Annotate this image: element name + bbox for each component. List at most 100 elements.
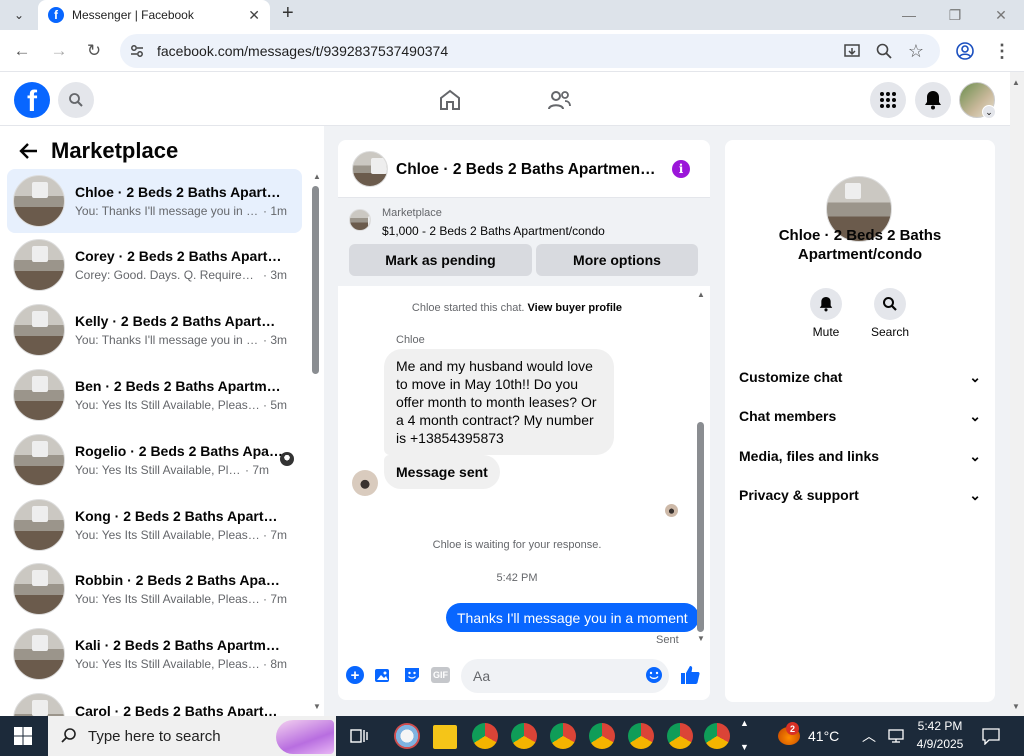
task-view-icon[interactable] (350, 727, 368, 745)
taskbar-chrome-icon[interactable] (472, 723, 498, 749)
customize-chat-section[interactable]: Customize chat ⌄ (739, 369, 981, 386)
zoom-icon[interactable] (874, 41, 894, 61)
minimize-icon[interactable]: — (886, 0, 932, 30)
tray-chevron-up-icon[interactable]: ︿ (862, 726, 876, 746)
mute-bell-icon[interactable] (810, 288, 842, 320)
facebook-header (0, 72, 1010, 126)
windows-start-icon[interactable] (14, 727, 32, 745)
tab-close-icon[interactable]: ✕ (248, 7, 260, 24)
taskbar-chrome-icon[interactable] (550, 723, 576, 749)
taskbar-sticky-notes-icon[interactable] (433, 725, 457, 749)
back-icon[interactable]: ← (11, 40, 33, 62)
search-chat-icon[interactable] (874, 288, 906, 320)
account-chevron-icon[interactable]: ⌄ (982, 105, 996, 119)
clock-time[interactable]: 5:42 PM (912, 719, 968, 733)
taskbar-chrome-icon[interactable] (667, 723, 693, 749)
mute-label[interactable]: Mute (800, 325, 852, 339)
plus-icon[interactable]: + (346, 666, 364, 684)
menu-grid-icon[interactable] (870, 82, 906, 118)
page-scroll-down-icon[interactable]: ▼ (1012, 702, 1020, 711)
network-icon[interactable] (887, 729, 905, 743)
url-text[interactable]: facebook.com/messages/t/9392837537490374 (157, 43, 448, 59)
gif-icon[interactable]: GIF (431, 667, 450, 683)
chat-scroll-down-icon[interactable]: ▼ (697, 634, 705, 643)
view-buyer-profile-link[interactable]: View buyer profile (528, 302, 623, 314)
conversation-item[interactable]: Robbin · 2 Beds 2 Baths Apartm... You: Y… (7, 557, 302, 621)
tab-search-chevron-icon[interactable]: ⌄ (8, 4, 30, 26)
profile-icon[interactable] (955, 41, 975, 61)
incoming-message[interactable]: Message sent (384, 455, 500, 489)
friends-icon[interactable] (546, 88, 572, 112)
forward-icon[interactable]: → (48, 40, 70, 62)
taskbar-chrome-icon[interactable] (704, 723, 730, 749)
info-icon[interactable]: i (672, 160, 690, 178)
more-options-button[interactable]: More options (536, 244, 698, 276)
conversation-item[interactable]: Rogelio · 2 Beds 2 Baths Apar... You: Ye… (7, 428, 302, 492)
sender-avatar[interactable] (352, 470, 378, 496)
conversation-name: Chloe · 2 Beds 2 Baths Apartme... (75, 184, 285, 200)
outgoing-message[interactable]: Thanks I'll message you in a moment (446, 603, 699, 632)
install-app-icon[interactable] (842, 41, 862, 61)
home-icon[interactable] (438, 88, 462, 112)
mark-as-pending-button[interactable]: Mark as pending (349, 244, 532, 276)
taskbar-chrome-icon[interactable] (628, 723, 654, 749)
section-label: Media, files and links (739, 448, 880, 464)
like-thumb-icon[interactable] (680, 665, 700, 685)
listing-title[interactable]: $1,000 - 2 Beds 2 Baths Apartment/condo (382, 224, 605, 238)
facebook-favicon-icon: f (48, 7, 64, 23)
taskbar-scroll-down-icon[interactable]: ▼ (740, 742, 749, 752)
photo-icon[interactable] (374, 666, 392, 684)
restore-icon[interactable]: ❐ (932, 0, 978, 30)
back-arrow-icon[interactable] (18, 140, 40, 162)
notification-center-icon[interactable] (982, 727, 1000, 745)
new-tab-icon[interactable]: + (282, 2, 294, 25)
search-highlight-unicorn-icon[interactable] (276, 720, 334, 754)
conversation-item[interactable]: Chloe · 2 Beds 2 Baths Apartme... You: T… (7, 169, 302, 233)
browser-menu-icon[interactable]: ⋮ (992, 41, 1012, 61)
conversation-item[interactable]: Corey · 2 Beds 2 Baths Apartme... Corey:… (7, 233, 302, 297)
chat-members-section[interactable]: Chat members ⌄ (739, 408, 981, 425)
bookmark-star-icon[interactable]: ☆ (906, 41, 926, 61)
conversation-item[interactable]: Ben · 2 Beds 2 Baths Apartment... You: Y… (7, 363, 302, 427)
conversation-name: Kali · 2 Beds 2 Baths Apartment... (75, 637, 285, 653)
listing-thumbnail (13, 693, 65, 716)
chat-listing-thumbnail[interactable] (352, 151, 388, 187)
incoming-message[interactable]: Me and my husband would love to move in … (384, 349, 614, 455)
chat-scrollbar[interactable] (697, 422, 704, 632)
taskbar-chrome-icon[interactable] (511, 723, 537, 749)
browser-tab[interactable]: f Messenger | Facebook ✕ (38, 0, 270, 30)
page-scroll-up-icon[interactable]: ▲ (1012, 78, 1020, 87)
taskbar-app-paint-icon[interactable] (394, 723, 420, 749)
scroll-up-arrow-icon[interactable]: ▲ (313, 172, 321, 181)
close-window-icon[interactable]: ✕ (978, 0, 1024, 30)
emoji-icon[interactable] (645, 666, 663, 684)
sticker-icon[interactable] (403, 666, 421, 684)
conversation-item[interactable]: Kali · 2 Beds 2 Baths Apartment... You: … (7, 622, 302, 686)
reload-icon[interactable]: ↻ (83, 40, 105, 62)
conversation-time: · 3m (263, 268, 287, 282)
search-label[interactable]: Search (864, 325, 916, 339)
site-info-icon[interactable] (128, 42, 146, 60)
chat-title[interactable]: Chloe · 2 Beds 2 Baths Apartment/c... (396, 161, 658, 179)
taskbar-scroll-up-icon[interactable]: ▲ (740, 718, 749, 728)
weather-temperature[interactable]: 41°C (808, 728, 839, 744)
clock-date[interactable]: 4/9/2025 (912, 737, 968, 751)
conversation-scrollbar[interactable] (312, 186, 319, 374)
facebook-logo-icon[interactable]: f (14, 82, 50, 118)
scroll-down-arrow-icon[interactable]: ▼ (313, 702, 321, 711)
media-files-section[interactable]: Media, files and links ⌄ (739, 448, 981, 465)
conversation-item[interactable]: Kong · 2 Beds 2 Baths Apartmen... You: Y… (7, 493, 302, 557)
read-receipt-avatar (665, 504, 678, 517)
facebook-search-icon[interactable] (58, 82, 94, 118)
conversation-item[interactable]: Carol · 2 Beds 2 Baths Apartm... (7, 687, 302, 716)
conversation-name: Rogelio · 2 Beds 2 Baths Apar... (75, 443, 285, 459)
conversation-item[interactable]: Kelly · 2 Beds 2 Baths Apartmen... You: … (7, 298, 302, 362)
chat-scroll-up-icon[interactable]: ▲ (697, 290, 705, 299)
message-input[interactable]: Aa (461, 659, 669, 693)
page-scrollbar-track[interactable] (1010, 72, 1024, 716)
taskbar-chrome-icon[interactable] (589, 723, 615, 749)
marketplace-title: Marketplace (51, 138, 179, 163)
conversation-preview: You: Thanks I'll message you in a ... (75, 204, 261, 218)
notifications-bell-icon[interactable] (915, 82, 951, 118)
privacy-support-section[interactable]: Privacy & support ⌄ (739, 487, 981, 504)
